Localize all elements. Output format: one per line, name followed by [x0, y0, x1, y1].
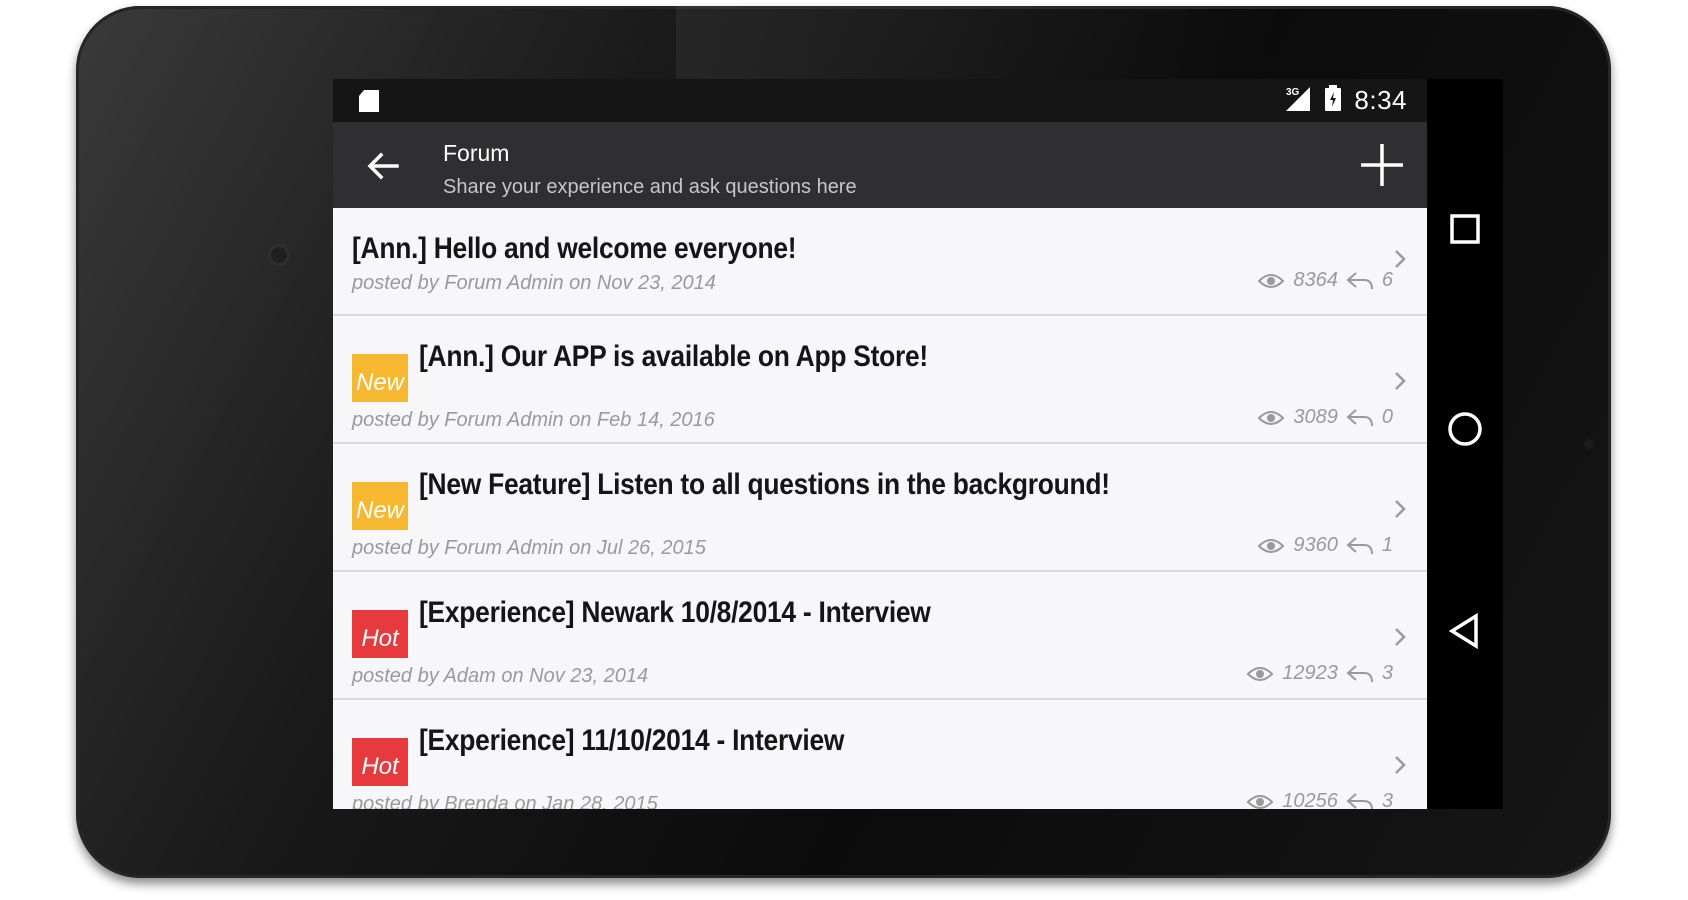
list-item[interactable]: New [New Feature] Listen to all question… [333, 444, 1427, 572]
eye-icon [1246, 665, 1274, 683]
home-icon [1448, 412, 1482, 446]
chevron-right-icon [1393, 248, 1407, 275]
post-title: [New Feature] Listen to all questions in… [419, 468, 1110, 501]
view-count: 9360 [1293, 534, 1338, 556]
reply-count: 0 [1381, 406, 1393, 428]
arrow-left-icon [367, 152, 399, 180]
reply-count: 6 [1381, 269, 1393, 291]
post-stats: 8364 6 [1257, 269, 1393, 292]
page-title: Forum [443, 140, 510, 166]
sd-card-icon [359, 90, 379, 117]
back-icon [1448, 612, 1478, 650]
reply-icon [1346, 664, 1374, 684]
post-stats: 3089 0 [1257, 406, 1393, 429]
reply-icon [1346, 408, 1374, 428]
eye-icon [1257, 409, 1285, 427]
status-icons: 3G 8:34 [1284, 84, 1407, 116]
list-item[interactable]: Hot [Experience] 11/10/2014 - Interview … [333, 700, 1427, 809]
plus-icon [1361, 144, 1403, 186]
post-stats: 9360 1 [1257, 534, 1393, 557]
post-stats: 12923 3 [1246, 662, 1393, 685]
tablet-device: 3G 8:34 Forum Share your experience and … [76, 6, 1611, 878]
hot-badge: Hot [352, 610, 408, 658]
list-item[interactable]: [Ann.] Hello and welcome everyone! poste… [333, 208, 1427, 316]
battery-icon [1324, 84, 1342, 116]
post-title: [Experience] Newark 10/8/2014 - Intervie… [419, 596, 931, 629]
reply-count: 1 [1381, 534, 1393, 556]
reply-icon [1346, 792, 1374, 809]
post-title: [Ann.] Our APP is available on App Store… [419, 340, 928, 373]
chevron-right-icon [1393, 754, 1407, 781]
list-item[interactable]: Hot [Experience] Newark 10/8/2014 - Inte… [333, 572, 1427, 700]
hot-badge: Hot [352, 738, 408, 786]
view-count: 12923 [1282, 662, 1338, 684]
nav-back-button[interactable] [1443, 609, 1487, 653]
new-badge: New [352, 482, 408, 530]
post-title: [Experience] 11/10/2014 - Interview [419, 724, 845, 757]
front-camera [268, 244, 290, 266]
title-block: Forum Share your experience and ask ques… [443, 140, 857, 199]
screen: 3G 8:34 Forum Share your experience and … [333, 79, 1503, 809]
view-count: 3089 [1293, 406, 1338, 428]
light-sensor [1584, 439, 1594, 449]
reply-icon [1346, 271, 1374, 291]
post-title: [Ann.] Hello and welcome everyone! [352, 232, 797, 265]
post-meta: posted by Brenda on Jan 28, 2015 [352, 793, 658, 809]
reply-count: 3 [1381, 662, 1393, 684]
eye-icon [1246, 793, 1274, 810]
post-meta: posted by Forum Admin on Jul 26, 2015 [352, 537, 706, 559]
chevron-right-icon [1393, 370, 1407, 397]
add-post-button[interactable] [1359, 142, 1405, 188]
reply-icon [1346, 536, 1374, 556]
post-meta: posted by Forum Admin on Nov 23, 2014 [352, 272, 716, 294]
eye-icon [1257, 272, 1285, 290]
recent-apps-button[interactable] [1443, 207, 1487, 251]
page-subtitle: Share your experience and ask questions … [443, 176, 857, 198]
view-count: 8364 [1293, 269, 1338, 291]
chevron-right-icon [1393, 498, 1407, 525]
reply-count: 3 [1381, 790, 1393, 809]
view-count: 10256 [1282, 790, 1338, 809]
system-nav-bar [1427, 79, 1503, 809]
eye-icon [1257, 537, 1285, 555]
action-bar: Forum Share your experience and ask ques… [333, 122, 1427, 208]
new-badge: New [352, 354, 408, 402]
forum-app: Forum Share your experience and ask ques… [333, 122, 1427, 809]
post-stats: 10256 3 [1246, 790, 1393, 809]
post-list: [Ann.] Hello and welcome everyone! poste… [333, 208, 1427, 809]
post-meta: posted by Forum Admin on Feb 14, 2016 [352, 409, 715, 431]
chevron-right-icon [1393, 626, 1407, 653]
home-button[interactable] [1443, 407, 1487, 451]
svg-text:3G: 3G [1286, 87, 1300, 98]
status-bar: 3G 8:34 [333, 79, 1427, 122]
back-button[interactable] [363, 146, 403, 186]
clock: 8:34 [1354, 84, 1407, 115]
list-item[interactable]: New [Ann.] Our APP is available on App S… [333, 316, 1427, 444]
signal-icon: 3G [1284, 85, 1312, 116]
post-meta: posted by Adam on Nov 23, 2014 [352, 665, 649, 687]
recent-apps-icon [1450, 214, 1480, 244]
